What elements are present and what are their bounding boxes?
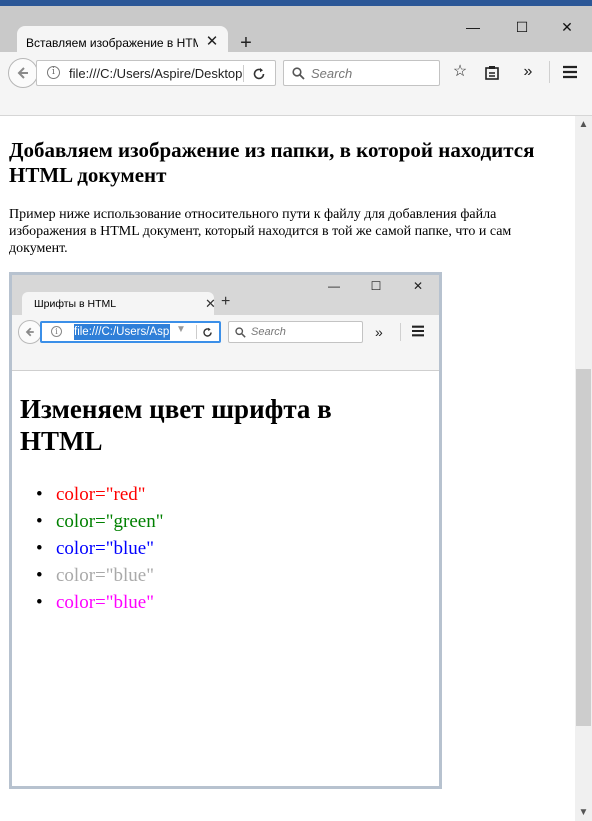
embedded-toolbar-divider (400, 323, 401, 341)
embedded-maximize-icon: ☐ (370, 279, 382, 293)
embedded-screenshot-image: Шрифты в HTML ✕ + — ☐ ✕ i file:///C:/Use… (9, 272, 442, 789)
maximize-icon[interactable]: ☐ (507, 16, 537, 38)
embedded-reload-icon (202, 323, 213, 341)
navigation-toolbar: i file:///C:/Users/Aspire/Desktop Search… (0, 52, 592, 92)
double-chevron-icon[interactable]: » (516, 61, 540, 83)
list-item: color="blue" (36, 535, 163, 562)
search-placeholder: Search (311, 66, 353, 81)
scroll-down-icon[interactable]: ▼ (575, 804, 592, 821)
embedded-hamburger-menu-icon (411, 324, 425, 340)
embedded-search-icon (235, 323, 246, 341)
embedded-back-arrow-icon (18, 320, 42, 344)
search-icon (292, 63, 305, 83)
embedded-color-list: color="red" color="green" color="blue" c… (36, 481, 163, 616)
new-tab-icon[interactable]: + (236, 33, 256, 54)
embedded-nav-toolbar: i file:///C:/Users/Aspire ▼ Search » (12, 315, 439, 349)
list-item: color="red" (36, 481, 163, 508)
list-item: color="blue" (36, 562, 163, 589)
toolbar-bottom-strip (0, 92, 592, 116)
scroll-up-icon[interactable]: ▲ (575, 116, 592, 133)
hamburger-menu-icon[interactable] (558, 61, 582, 83)
address-bar[interactable]: i file:///C:/Users/Aspire/Desktop (36, 60, 276, 86)
embedded-close-tab-icon: ✕ (205, 296, 216, 311)
search-bar[interactable]: Search (283, 60, 440, 86)
color-item-text: color="blue" (56, 592, 154, 613)
embedded-new-tab-icon: + (221, 293, 231, 310)
url-divider (243, 65, 244, 82)
list-item: color="blue" (36, 589, 163, 616)
embedded-browser-window: Шрифты в HTML ✕ + — ☐ ✕ i file:///C:/Use… (12, 275, 439, 786)
star-icon[interactable]: ☆ (448, 61, 472, 83)
embedded-search-placeholder: Search (251, 326, 286, 338)
embedded-double-chevron-icon: » (375, 324, 383, 340)
embedded-minimize-icon: — (328, 279, 340, 293)
back-arrow-icon[interactable] (8, 58, 38, 88)
url-text[interactable]: file:///C:/Users/Aspire/Desktop (69, 66, 245, 81)
embedded-heading: Изменяем цвет шрифта в HTML (20, 394, 332, 456)
minimize-icon[interactable]: — (458, 16, 488, 38)
scroll-thumb[interactable] (576, 369, 591, 726)
color-item-text: color="blue" (56, 565, 154, 586)
close-tab-icon[interactable]: ✕ (204, 34, 220, 50)
embedded-tab-strip: Шрифты в HTML ✕ + — ☐ ✕ (12, 275, 439, 317)
color-item-text: color="red" (56, 484, 146, 505)
embedded-search-bar: Search (228, 321, 363, 343)
embedded-tab: Шрифты в HTML ✕ (22, 292, 216, 317)
color-item-text: color="blue" (56, 538, 154, 559)
list-item: color="green" (36, 508, 163, 535)
embedded-address-bar: i file:///C:/Users/Aspire ▼ (40, 321, 221, 343)
embedded-close-icon: ✕ (412, 279, 424, 293)
embedded-url-divider (196, 325, 197, 339)
embedded-toolbar-bottom-strip (12, 349, 439, 371)
tab-title: Вставляем изображение в HTML (26, 35, 198, 50)
embedded-url-text: file:///C:/Users/Aspire (74, 324, 170, 340)
reload-icon[interactable] (250, 64, 268, 85)
page-title: Добавляем изображение из папки, в которо… (9, 138, 535, 187)
window-close-icon[interactable]: ✕ (552, 16, 582, 38)
page-paragraph: Пример ниже использование относительного… (9, 207, 512, 256)
info-icon[interactable]: i (47, 66, 60, 79)
embedded-tab-title: Шрифты в HTML (34, 298, 117, 310)
clipboard-icon[interactable] (480, 61, 504, 83)
vertical-scrollbar[interactable]: ▲ ▼ (575, 116, 592, 821)
tab-strip: Вставляем изображение в HTML ✕ + — ☐ ✕ (0, 6, 592, 59)
embedded-dropdown-icon: ▼ (176, 324, 186, 335)
toolbar-divider (549, 61, 550, 83)
embedded-info-icon: i (51, 326, 62, 337)
color-item-text: color="green" (56, 511, 164, 532)
